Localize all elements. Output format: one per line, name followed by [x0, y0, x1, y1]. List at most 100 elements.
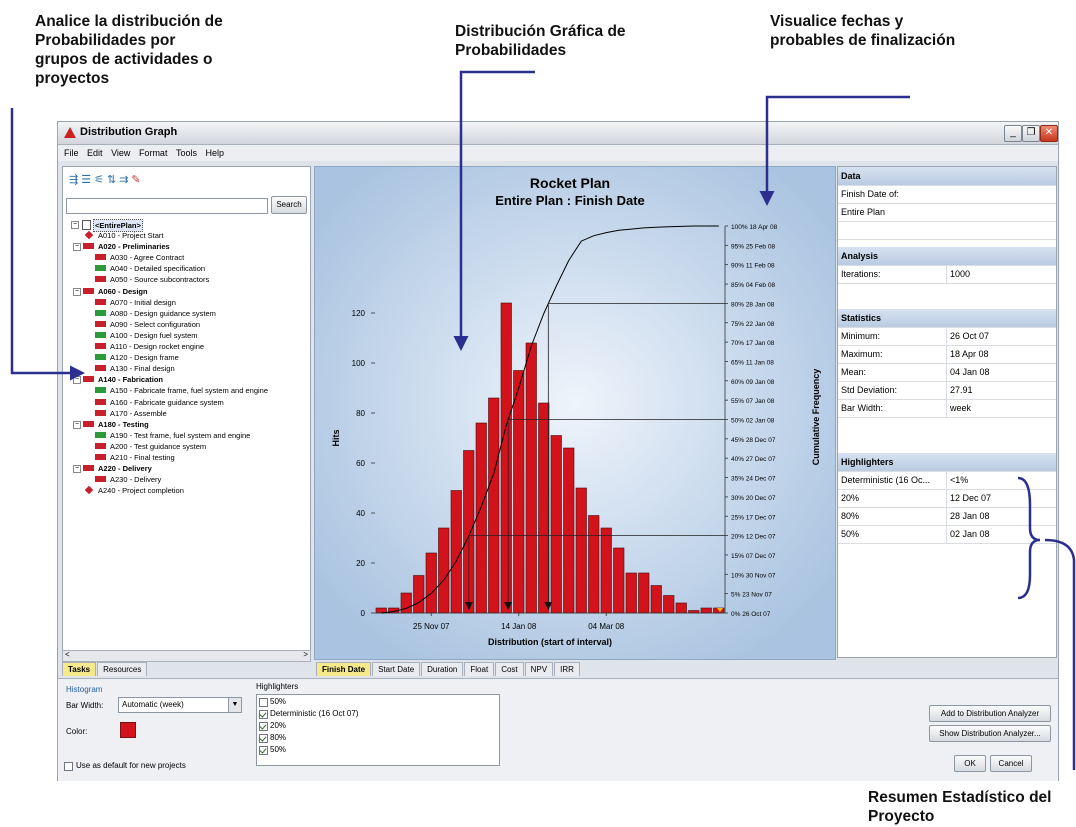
expand-icon[interactable]: ☰ — [81, 174, 94, 186]
tree-row[interactable]: A210 - Final testing — [67, 452, 307, 463]
statistic-value: week — [950, 403, 972, 413]
chevron-down-icon[interactable]: ▼ — [228, 698, 241, 712]
menu-format[interactable]: Format — [139, 148, 168, 158]
chart-tab[interactable]: Finish Date — [316, 662, 372, 676]
close-button[interactable]: ✕ — [1040, 125, 1058, 142]
data-header-label: Data — [841, 171, 861, 181]
chart-tab[interactable]: Start Date — [372, 662, 421, 676]
chart-svg: Rocket Plan Entire Plan : Finish Date 0 20 4… — [315, 167, 835, 659]
scroll-left-arrow[interactable]: < — [65, 650, 70, 659]
callout-line: grupos de actividades o — [35, 51, 213, 68]
filter-icon[interactable]: ⚟ — [94, 174, 107, 186]
highlighter-checkbox[interactable] — [259, 698, 268, 707]
menu-view[interactable]: View — [111, 148, 130, 158]
tree-row[interactable]: A110 - Design rocket engine — [67, 341, 307, 352]
highlighter-row: Deterministic (16 Oc... <1% — [838, 471, 1056, 490]
tree-row[interactable]: A240 - Project completion — [67, 485, 307, 496]
histogram-bar — [650, 585, 662, 614]
tree-row[interactable]: A170 - Assemble — [67, 408, 307, 419]
tree-row[interactable]: − A140 - Fabrication — [67, 374, 307, 385]
menu-tools[interactable]: Tools — [176, 148, 197, 158]
restore-button[interactable]: ❐ — [1022, 125, 1040, 142]
collapse-icon[interactable]: − — [73, 420, 81, 429]
scroll-right-arrow[interactable]: > — [303, 650, 308, 659]
cumulative-tick-label: 75% 22 Jan 08 — [731, 321, 775, 328]
tree-row[interactable]: A200 - Test guidance system — [67, 441, 307, 452]
chart-tab[interactable]: Cost — [495, 662, 524, 676]
task-bar-icon — [95, 409, 106, 416]
tree-row[interactable]: A030 - Agree Contract — [67, 252, 307, 263]
color-swatch[interactable] — [120, 722, 136, 738]
highlighter-checkbox[interactable] — [259, 710, 268, 719]
tree-row-label: A070 - Initial design — [110, 297, 176, 307]
use-default-checkbox[interactable] — [64, 762, 73, 771]
tree-row-label: A120 - Design frame — [110, 353, 179, 363]
search-input[interactable] — [66, 198, 268, 214]
cumulative-tick-label: 90% 11 Feb 08 — [731, 263, 775, 270]
tree-row[interactable]: A190 - Test frame, fuel system and engin… — [67, 430, 307, 441]
cumulative-tick-label: 80% 28 Jan 08 — [731, 301, 775, 308]
tree-row[interactable]: A100 - Design fuel system — [67, 330, 307, 341]
tree-row[interactable]: − A180 - Testing — [67, 419, 307, 430]
minimize-button[interactable]: _ — [1004, 125, 1022, 142]
tree-row[interactable]: A130 - Final design — [67, 363, 307, 374]
tree-row[interactable]: A150 - Fabricate frame, fuel system and … — [67, 385, 307, 396]
chart-tab[interactable]: Duration — [421, 662, 464, 676]
outline-icon[interactable]: ⇶ — [69, 174, 81, 186]
menu-edit[interactable]: Edit — [87, 148, 103, 158]
app-logo-icon — [64, 127, 76, 138]
menu-file[interactable]: File — [64, 148, 79, 158]
tree-row[interactable]: A010 - Project Start — [67, 230, 307, 241]
tree-row[interactable]: A080 - Design guidance system — [67, 308, 307, 319]
statistic-row: Bar Width: week — [838, 399, 1056, 418]
chart-tab[interactable]: IRR — [554, 662, 580, 676]
add-to-distribution-analyzer-button[interactable]: Add to Distribution Analyzer — [929, 705, 1051, 722]
task-bar-icon — [95, 276, 106, 283]
cumulative-tick-label: 95% 25 Feb 08 — [731, 243, 775, 250]
task-bar-icon — [95, 331, 106, 338]
bar-width-select[interactable]: Automatic (week) ▼ — [118, 697, 242, 713]
collapse-icon[interactable]: − — [71, 221, 79, 229]
tree-horizontal-scrollbar[interactable]: < > — [62, 650, 311, 662]
collapse-icon[interactable]: − — [73, 465, 81, 474]
cumulative-tick-label: 45% 28 Dec 07 — [731, 437, 776, 444]
menu-help[interactable]: Help — [206, 148, 225, 158]
highlighter-checkbox[interactable] — [259, 746, 268, 755]
chart-tab[interactable]: NPV — [524, 662, 554, 676]
tree-row[interactable]: − A220 - Delivery — [67, 463, 307, 474]
tree-row[interactable]: A090 - Select configuration — [67, 319, 307, 330]
group-icon[interactable]: ⇉ — [119, 174, 131, 186]
task-bar-icon — [95, 320, 106, 327]
tree-row[interactable]: A040 - Detailed specification — [67, 263, 307, 274]
highlight-icon[interactable]: ✎ — [131, 174, 143, 186]
tree-row-label: A030 - Agree Contract — [110, 253, 185, 263]
milestone-icon — [84, 486, 94, 495]
histogram-bar — [400, 592, 412, 614]
tree-row[interactable]: A230 - Delivery — [67, 474, 307, 485]
show-distribution-analyzer-button[interactable]: Show Distribution Analyzer... — [929, 725, 1051, 742]
callout-line: Visualice fechas y — [770, 13, 904, 30]
tree-row[interactable]: A050 - Source subcontractors — [67, 274, 307, 285]
tree-row[interactable]: − <EntirePlan> — [67, 219, 307, 232]
highlighter-checkbox[interactable] — [259, 734, 268, 743]
collapse-icon[interactable]: − — [73, 287, 81, 296]
highlighter-row: 50% 02 Jan 08 — [838, 525, 1056, 544]
cancel-button[interactable]: Cancel — [990, 755, 1032, 772]
ok-button[interactable]: OK — [954, 755, 986, 772]
tree-row-label: A210 - Final testing — [110, 452, 175, 462]
statistic-value: 27.91 — [950, 385, 973, 395]
collapse-icon[interactable]: − — [73, 243, 81, 252]
search-button[interactable]: Search — [271, 196, 307, 214]
tab-resources[interactable]: Resources — [97, 662, 148, 676]
tree-row[interactable]: − A060 - Design — [67, 286, 307, 297]
sort-icon[interactable]: ⇅ — [107, 174, 119, 186]
highlighter-checkbox[interactable] — [259, 722, 268, 731]
tree-row[interactable]: A160 - Fabricate guidance system — [67, 397, 307, 408]
tab-tasks[interactable]: Tasks — [62, 662, 97, 676]
collapse-icon[interactable]: − — [73, 376, 81, 385]
chart-tab[interactable]: Float — [464, 662, 495, 676]
options-panel: Histogram Bar Width: Automatic (week) ▼ … — [58, 678, 1058, 781]
tree-row[interactable]: A070 - Initial design — [67, 297, 307, 308]
tree-row[interactable]: − A020 - Preliminaries — [67, 241, 307, 252]
tree-row[interactable]: A120 - Design frame — [67, 352, 307, 363]
